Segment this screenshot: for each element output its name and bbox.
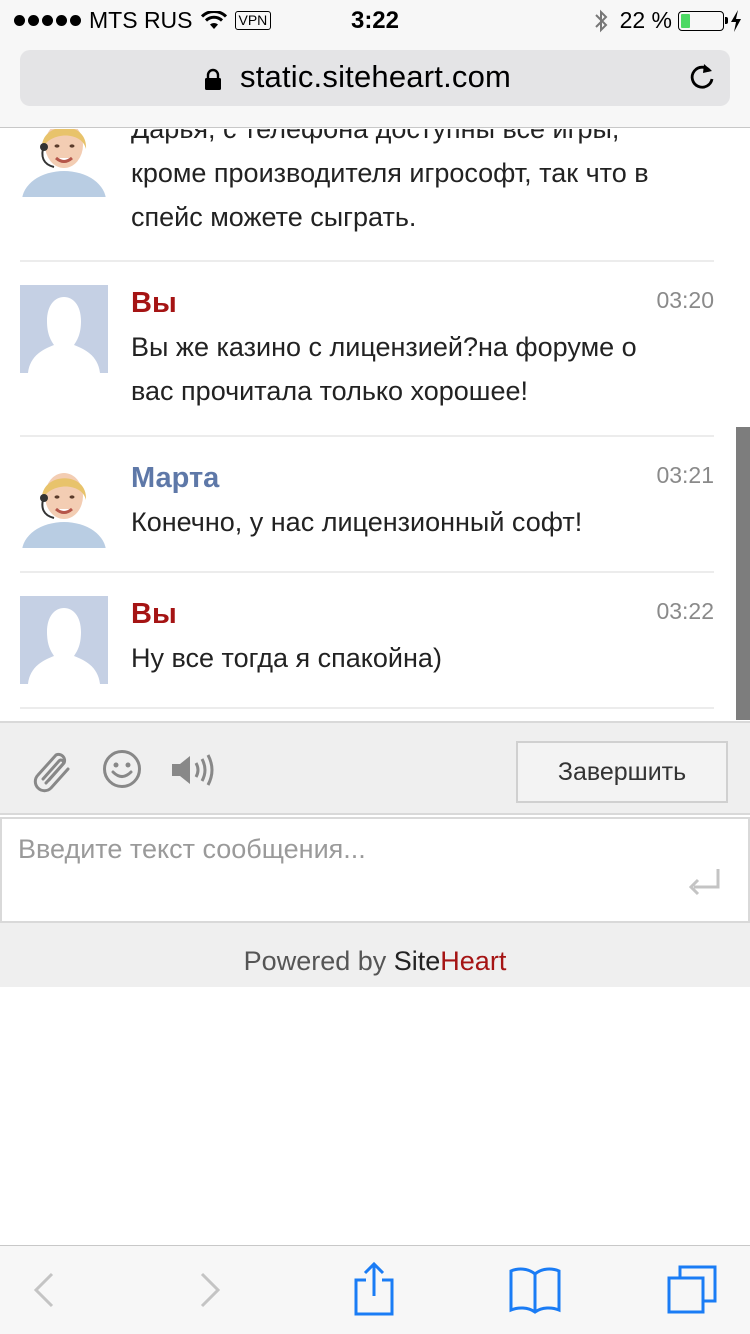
chat-toolbar: Завершить <box>0 721 750 815</box>
message-line: вас прочитала только хорошее! <box>131 376 528 406</box>
browser-header: static.siteheart.com <box>0 42 750 128</box>
url-text[interactable]: static.siteheart.com <box>240 59 511 95</box>
app-root: MTS RUS VPN 3:22 22 % static.siteheart.c… <box>0 0 750 1334</box>
message-time: 03:21 <box>656 462 714 488</box>
bookmarks-icon[interactable] <box>508 1264 562 1314</box>
message-line: Дарья, с телефона доступны все игры, <box>131 129 620 144</box>
paperclip-icon[interactable] <box>32 749 76 793</box>
battery-icon <box>678 10 728 31</box>
bolt-icon <box>731 9 741 32</box>
reload-icon[interactable] <box>688 62 716 92</box>
bluetooth-icon <box>594 9 607 32</box>
share-icon[interactable] <box>352 1260 396 1318</box>
chat-message: Вы 03:22 Ну все тогда я спакойна) <box>20 574 714 709</box>
forward-chevron-icon[interactable] <box>196 1266 224 1314</box>
message-text: Конечно, у нас лицензионный софт! <box>131 500 711 544</box>
status-right: 22 % <box>594 7 742 34</box>
status-bar: MTS RUS VPN 3:22 22 % <box>0 0 750 42</box>
message-text: Ну все тогда я спакойна) <box>131 636 711 680</box>
message-input[interactable] <box>18 829 668 869</box>
battery-fill <box>681 13 690 28</box>
message-time: 03:22 <box>656 598 714 624</box>
message-time: 03:20 <box>656 287 714 313</box>
lock-icon <box>205 68 221 90</box>
operator-avatar <box>20 460 108 548</box>
brand-heart[interactable]: Heart <box>440 946 506 976</box>
message-author: Марта <box>131 462 220 494</box>
brand-site[interactable]: Site <box>394 946 441 976</box>
powered-by-footer: Powered by SiteHeart <box>0 923 750 987</box>
message-input-area[interactable] <box>0 817 750 923</box>
message-line: спейс можете сыграть. <box>131 202 417 232</box>
message-author: Вы <box>131 287 177 319</box>
chat-message: Вы 03:20 Вы же казино с лицензией?на фор… <box>20 263 714 437</box>
chat-message: Дарья, с телефона доступны все игры, кро… <box>20 129 714 262</box>
message-author: Вы <box>131 598 177 630</box>
chat-log[interactable]: Дарья, с телефона доступны все игры, кро… <box>0 129 750 720</box>
chat-scrollbar[interactable] <box>736 427 750 720</box>
battery-percent: 22 % <box>619 7 672 33</box>
message-line: кроме производителя игрософт, так что в <box>131 158 649 188</box>
tabs-icon[interactable] <box>666 1264 718 1314</box>
message-line: Конечно, у нас лицензионный софт! <box>131 507 583 537</box>
finish-button[interactable]: Завершить <box>516 741 728 803</box>
message-line: Вы же казино с лицензией?на форуме о <box>131 332 637 362</box>
message-text: Дарья, с телефона доступны все игры, кро… <box>131 129 711 239</box>
enter-icon[interactable] <box>688 867 722 897</box>
powered-by-text: Powered by <box>243 946 394 976</box>
operator-avatar <box>20 129 108 197</box>
smiley-icon[interactable] <box>102 749 142 789</box>
user-avatar <box>20 596 108 684</box>
user-avatar <box>20 285 108 373</box>
url-bar[interactable]: static.siteheart.com <box>20 50 730 106</box>
speaker-icon[interactable] <box>170 753 218 787</box>
message-line: Ну все тогда я спакойна) <box>131 643 442 673</box>
chat-message: Марта 03:21 Конечно, у нас лицензионный … <box>20 438 714 573</box>
back-chevron-icon[interactable] <box>30 1266 58 1314</box>
safari-toolbar <box>0 1245 750 1334</box>
message-text: Вы же казино с лицензией?на форуме о вас… <box>131 325 711 413</box>
